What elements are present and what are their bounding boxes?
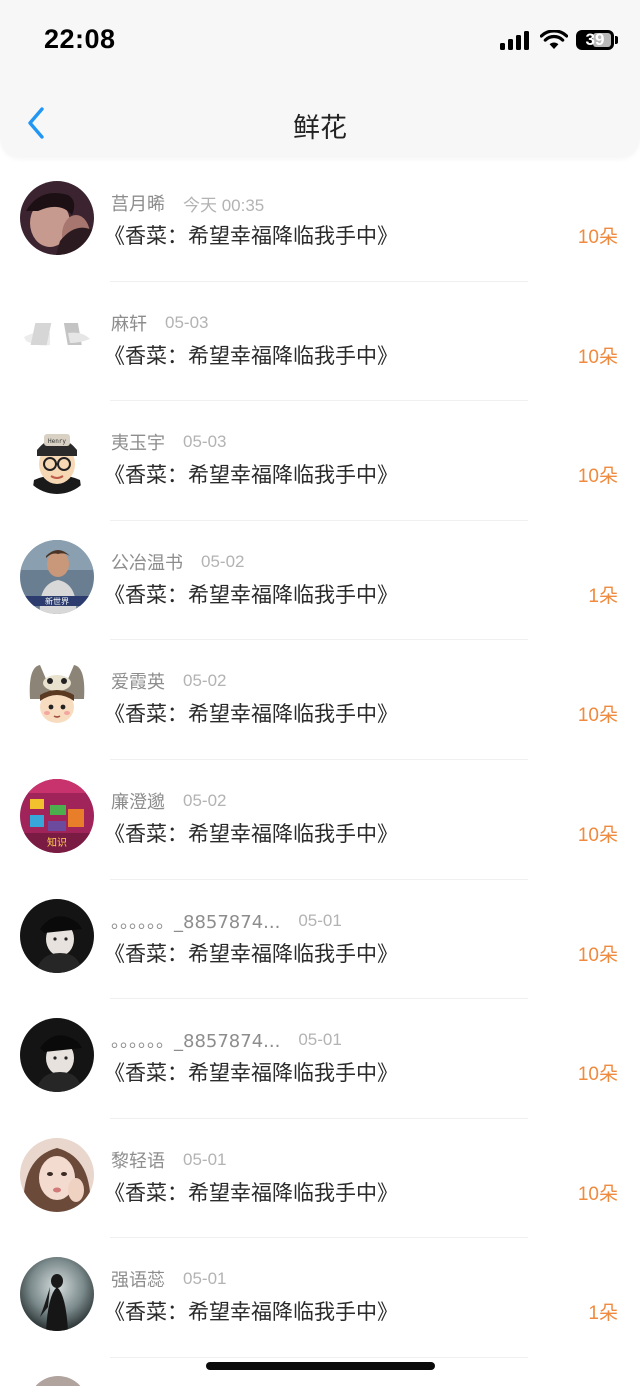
- sent-time: 05-02: [201, 551, 245, 571]
- photo-portrait-icon: 新世界: [20, 539, 94, 614]
- home-indicator[interactable]: [206, 1362, 435, 1370]
- avatar[interactable]: [20, 1137, 94, 1212]
- sender-line: 廉澄邈 05-02: [111, 789, 226, 813]
- sender-name: 夷玉宇: [111, 433, 165, 455]
- sender-name: 莒月晞: [111, 194, 165, 215]
- list-item[interactable]: 。。。。。。_8857874... 05-01 《香菜：希望幸福降临我手中》 1…: [0, 880, 640, 1000]
- list-item[interactable]: Henry 夷玉宇 05-03 《香菜：希望幸福降临我手中》 10朵: [0, 401, 640, 521]
- photo-black-cap-icon: [20, 898, 94, 973]
- sender-line: 夷玉宇 05-03: [111, 430, 226, 454]
- book-title: 《香菜：希望幸福降临我手中》: [104, 224, 398, 248]
- flower-count: 10朵: [577, 227, 618, 248]
- flower-count: 10朵: [577, 705, 618, 727]
- sender-line: 莒月晞 今天 00:35: [111, 191, 264, 215]
- photo-portrait-icon: [20, 1137, 94, 1212]
- flower-count: 10朵: [577, 1183, 618, 1205]
- sender-line: 黎轻语 05-01: [111, 1148, 226, 1172]
- book-title: 《香菜：希望幸福降临我手中》: [104, 1061, 398, 1086]
- flower-count: 10朵: [577, 466, 618, 488]
- avatar[interactable]: 新世界: [20, 539, 94, 614]
- sent-time: 05-02: [183, 671, 227, 691]
- cellular-signal-icon: [500, 30, 529, 50]
- list-item[interactable]: 黎轻语 05-01 《香菜：希望幸福降临我手中》 10朵: [0, 1119, 640, 1239]
- cartoon-totoro-hat-icon: [20, 659, 94, 734]
- sent-time: 05-01: [183, 1149, 227, 1169]
- sender-name: 公冶温书: [111, 552, 183, 574]
- avatar[interactable]: [20, 1257, 94, 1332]
- avatar[interactable]: [20, 300, 94, 375]
- flower-count: 10朵: [577, 944, 618, 966]
- svg-text:Henry: Henry: [48, 438, 66, 445]
- sender-name: 黎轻语: [111, 1150, 165, 1172]
- avatar[interactable]: [20, 659, 94, 734]
- sender-name: 麻轩: [111, 313, 147, 335]
- sender-line: 强语蕊 05-01: [111, 1267, 226, 1291]
- partial-avatar: [28, 1376, 88, 1386]
- colorful-store-icon: 知识: [20, 778, 94, 853]
- dark-silhouette-icon: [20, 1257, 94, 1332]
- book-title: 《香菜：希望幸福降临我手中》: [104, 1300, 398, 1325]
- sender-name: 强语蕊: [111, 1270, 165, 1292]
- logo-avatar-icon: [20, 300, 94, 375]
- sent-time: 05-02: [183, 790, 227, 810]
- book-title: 《香菜：希望幸福降临我手中》: [104, 582, 398, 607]
- sent-time: 05-01: [298, 1030, 342, 1050]
- list-item[interactable]: 。。。。。。_8857874... 05-01 《香菜：希望幸福降临我手中》 1…: [0, 999, 640, 1119]
- book-title: 《香菜：希望幸福降临我手中》: [104, 821, 398, 846]
- page-title: 鲜花: [293, 113, 347, 144]
- avatar[interactable]: Henry: [20, 420, 94, 495]
- sender-name: 爱霞英: [111, 672, 165, 694]
- screen: 22:08 39 鲜花 莒月晞 今天 00:35 《香菜：希望幸福降临我手中》 …: [0, 0, 640, 1386]
- avatar[interactable]: [20, 898, 94, 973]
- cartoon-cap-glasses-icon: Henry: [20, 420, 94, 495]
- sent-time: 今天 00:35: [183, 195, 265, 215]
- sender-line: 公冶温书 05-02: [111, 550, 244, 574]
- svg-text:知识: 知识: [47, 836, 67, 849]
- battery-level: 39: [585, 30, 605, 49]
- flower-count: 1朵: [588, 585, 618, 607]
- book-title: 《香菜：希望幸福降临我手中》: [104, 463, 398, 488]
- sent-time: 05-03: [183, 432, 227, 452]
- photo-portrait-icon: [20, 181, 94, 255]
- book-title: 《香菜：希望幸福降临我手中》: [104, 1180, 398, 1205]
- flower-gift-list: 莒月晞 今天 00:35 《香菜：希望幸福降临我手中》 10朵 麻轩 05-03: [0, 162, 640, 1358]
- book-title: 《香菜：希望幸福降临我手中》: [104, 941, 398, 966]
- sent-time: 05-01: [183, 1269, 227, 1289]
- flower-count: 10朵: [577, 346, 618, 368]
- wifi-icon: [540, 30, 568, 49]
- svg-text:新世界: 新世界: [45, 596, 69, 606]
- status-icons: 39: [500, 28, 618, 50]
- sent-time: 05-01: [298, 910, 342, 930]
- list-item[interactable]: 强语蕊 05-01 《香菜：希望幸福降临我手中》 1朵: [0, 1238, 640, 1358]
- avatar[interactable]: [20, 181, 94, 255]
- battery-icon: 39: [576, 30, 618, 50]
- sender-line: 。。。。。。_8857874... 05-01: [111, 1028, 342, 1052]
- sender-name: 廉澄邈: [111, 791, 165, 813]
- book-title: 《香菜：希望幸福降临我手中》: [104, 702, 398, 727]
- list-item[interactable]: 莒月晞 今天 00:35 《香菜：希望幸福降临我手中》 10朵: [0, 162, 640, 282]
- header: 22:08 39 鲜花: [0, 0, 640, 158]
- avatar[interactable]: 知识: [20, 778, 94, 853]
- flower-count: 10朵: [577, 1064, 618, 1086]
- sender-name: 。。。。。。_8857874...: [111, 1031, 281, 1053]
- sent-time: 05-03: [165, 312, 209, 332]
- flower-count: 1朵: [588, 1303, 618, 1325]
- photo-black-cap-icon: [20, 1018, 94, 1093]
- list-item[interactable]: 麻轩 05-03 《香菜：希望幸福降临我手中》 10朵: [0, 282, 640, 402]
- sender-name: 。。。。。。_8857874...: [111, 911, 281, 933]
- avatar[interactable]: [20, 1018, 94, 1093]
- sender-line: 。。。。。。_8857874... 05-01: [111, 909, 342, 933]
- sender-line: 麻轩 05-03: [111, 311, 208, 335]
- book-title: 《香菜：希望幸福降临我手中》: [104, 343, 398, 368]
- list-item[interactable]: 新世界 公冶温书 05-02 《香菜：希望幸福降临我手中》 1朵: [0, 521, 640, 641]
- flower-count: 10朵: [577, 824, 618, 846]
- list-item[interactable]: 爱霞英 05-02 《香菜：希望幸福降临我手中》 10朵: [0, 640, 640, 760]
- status-time: 22:08: [44, 24, 116, 54]
- list-item[interactable]: 知识 廉澄邈 05-02 《香菜：希望幸福降临我手中》 10朵: [0, 760, 640, 880]
- sender-line: 爱霞英 05-02: [111, 669, 226, 693]
